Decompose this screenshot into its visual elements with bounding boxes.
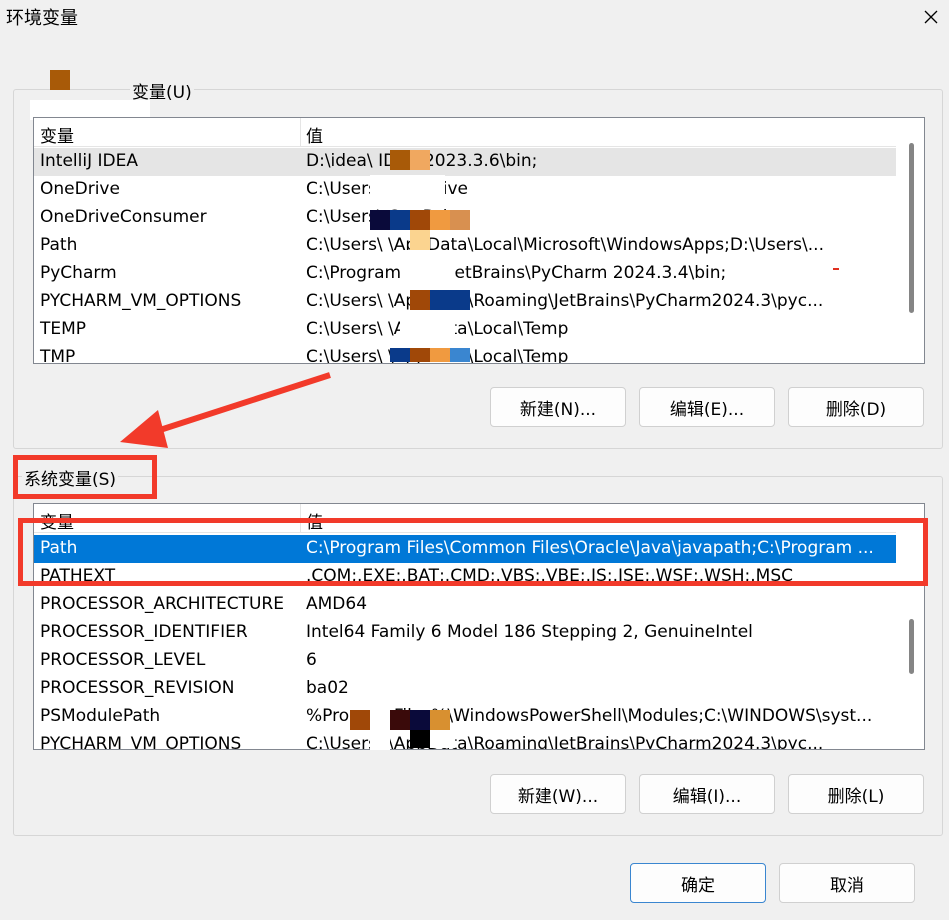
annotation-arrow-icon [120, 372, 331, 448]
